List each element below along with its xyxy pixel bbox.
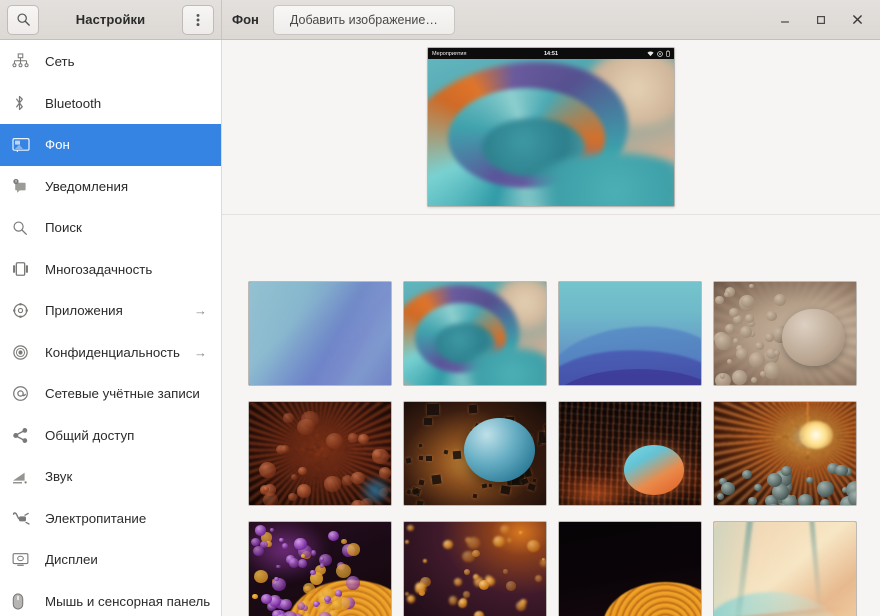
- network-icon: [12, 53, 34, 71]
- sidebar-item-label: Уведомления: [45, 179, 128, 194]
- power-icon: [12, 509, 34, 527]
- sidebar-item-label: Общий доступ: [45, 428, 134, 443]
- minimize-button[interactable]: [768, 5, 802, 35]
- close-icon: [851, 13, 864, 26]
- preview-wallpaper-art: [428, 59, 674, 206]
- privacy-icon: [12, 343, 34, 361]
- wallpaper-thumbnail-gold-bokeh[interactable]: [403, 521, 547, 616]
- wallpaper-thumbnail-black-purple[interactable]: [558, 521, 702, 616]
- chevron-right-icon: →: [194, 304, 207, 317]
- battery-icon: [666, 50, 670, 57]
- sidebar-item-уведомления[interactable]: 9 Уведомления: [0, 166, 221, 208]
- sidebar-item-label: Поиск: [45, 220, 82, 235]
- wallpaper-thumbnail-pastel-cream[interactable]: [713, 521, 857, 616]
- overflow-menu-icon: [196, 12, 200, 28]
- sidebar-item-звук[interactable]: Звук: [0, 456, 221, 498]
- sidebar-item-сеть[interactable]: Сеть: [0, 41, 221, 83]
- wallpaper-thumbnail-blue-waves[interactable]: [558, 281, 702, 386]
- search-icon: [16, 12, 31, 27]
- wallpaper-thumbnail-teal-swirl[interactable]: [403, 281, 547, 386]
- sidebar-item-общий-доступ[interactable]: Общий доступ: [0, 415, 221, 457]
- sidebar-item-мышь-и-сенсорная-панель[interactable]: Мышь и сенсорная панель: [0, 581, 221, 616]
- sidebar-item-label: Электропитание: [45, 511, 146, 526]
- preview-status-tray: [647, 50, 670, 57]
- mouse-icon: [12, 592, 34, 610]
- wallpaper-preview-area: Мероприятия 14:51: [222, 40, 880, 215]
- online-accounts-icon: [12, 385, 34, 403]
- wallpaper-thumbnail-blue-silk[interactable]: [248, 281, 392, 386]
- displays-icon: [12, 551, 34, 569]
- page-title: Фон: [232, 12, 259, 27]
- sidebar-item-label: Сеть: [45, 54, 75, 69]
- sidebar-item-фон[interactable]: Фон: [0, 124, 221, 166]
- sidebar-item-многозадачность[interactable]: Многозадачность: [0, 249, 221, 291]
- sharing-icon: [12, 426, 34, 444]
- settings-window: Настройки Фон Добавить изображение…: [0, 0, 880, 616]
- wallpaper-thumbnail-purple-vinyl[interactable]: [248, 521, 392, 616]
- main-content: Мероприятия 14:51: [222, 40, 880, 616]
- multitasking-icon: [12, 260, 34, 278]
- sidebar-item-label: Bluetooth: [45, 96, 101, 111]
- sidebar-item-конфиденциальность[interactable]: Конфиденциальность →: [0, 332, 221, 374]
- sidebar-item-label: Конфиденциальность: [45, 345, 180, 360]
- maximize-button[interactable]: [804, 5, 838, 35]
- background-icon: [12, 136, 34, 154]
- sidebar-item-поиск[interactable]: Поиск: [0, 207, 221, 249]
- wallpaper-thumbnail-red-spheres[interactable]: [248, 401, 392, 506]
- sidebar-item-приложения[interactable]: Приложения →: [0, 290, 221, 332]
- sidebar-item-электропитание[interactable]: Электропитание: [0, 498, 221, 540]
- add-picture-button[interactable]: Добавить изображение…: [273, 5, 455, 35]
- sidebar-item-сетевые-учётные-записи[interactable]: Сетевые учётные записи: [0, 373, 221, 415]
- wallpaper-grid: [222, 216, 880, 616]
- window-body: Сеть Bluetooth Фон 9 Уведомления Поиск Многоза…: [0, 40, 880, 616]
- search-button[interactable]: [7, 5, 39, 35]
- wallpaper-thumbnail-blue-sphere-cube[interactable]: [403, 401, 547, 506]
- sidebar-item-label: Многозадачность: [45, 262, 152, 277]
- sidebar-item-label: Приложения: [45, 303, 123, 318]
- window-title: Настройки: [39, 12, 182, 27]
- sidebar: Сеть Bluetooth Фон 9 Уведомления Поиск Многоза…: [0, 40, 222, 616]
- minimize-icon: [779, 14, 791, 26]
- wallpaper-thumbnail-beige-egg[interactable]: [713, 281, 857, 386]
- header-content-area: Фон Добавить изображение…: [222, 0, 880, 39]
- svg-text:9: 9: [15, 180, 17, 184]
- wifi-icon: [647, 51, 654, 57]
- notifications-icon: 9: [12, 177, 34, 195]
- header-sidebar-area: Настройки: [0, 0, 222, 39]
- sidebar-item-bluetooth[interactable]: Bluetooth: [0, 83, 221, 125]
- volume-icon: [657, 51, 663, 57]
- sidebar-item-label: Звук: [45, 469, 72, 484]
- sidebar-item-label: Мышь и сенсорная панель: [45, 594, 210, 609]
- sidebar-item-label: Дисплеи: [45, 552, 98, 567]
- chevron-right-icon: →: [194, 346, 207, 359]
- bluetooth-icon: [12, 94, 34, 112]
- desktop-preview[interactable]: Мероприятия 14:51: [427, 47, 675, 207]
- maximize-icon: [815, 14, 827, 26]
- sound-icon: [12, 468, 34, 486]
- wallpaper-thumbnail-teal-orange-city[interactable]: [558, 401, 702, 506]
- applications-icon: [12, 302, 34, 320]
- wallpaper-grid-scroll[interactable]: [222, 216, 880, 616]
- sidebar-item-label: Сетевые учётные записи: [45, 386, 200, 401]
- preview-clock: 14:51: [428, 51, 674, 57]
- preview-top-bar: Мероприятия 14:51: [428, 48, 674, 59]
- sidebar-item-label: Фон: [45, 137, 70, 152]
- search-icon: [12, 219, 34, 237]
- header-bar: Настройки Фон Добавить изображение…: [0, 0, 880, 40]
- main-menu-button[interactable]: [182, 5, 214, 35]
- close-button[interactable]: [840, 5, 874, 35]
- sidebar-item-дисплеи[interactable]: Дисплеи: [0, 539, 221, 581]
- window-controls: [768, 5, 874, 35]
- wallpaper-thumbnail-orange-tunnel[interactable]: [713, 401, 857, 506]
